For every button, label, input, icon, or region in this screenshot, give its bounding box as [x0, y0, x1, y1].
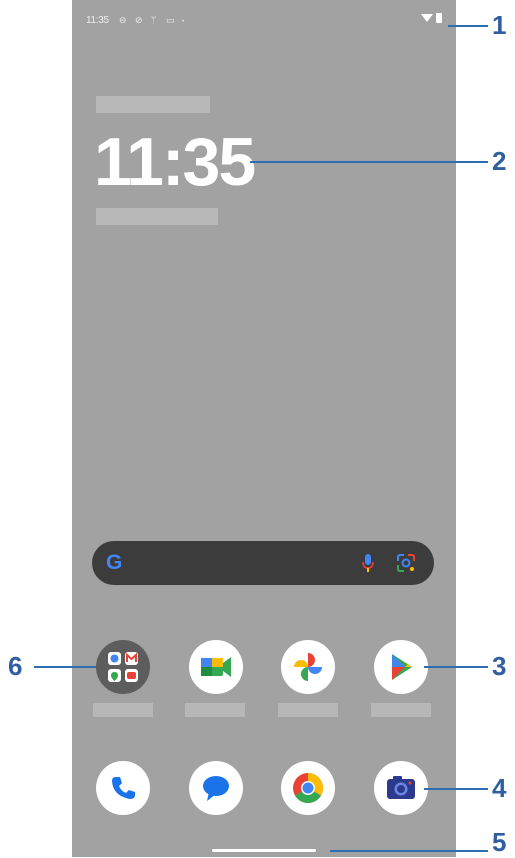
clock[interactable]: 11:35 — [94, 122, 256, 202]
app-label-placeholder — [185, 703, 245, 717]
messages-icon[interactable] — [189, 761, 243, 815]
google-search-bar[interactable]: G — [92, 541, 434, 585]
callout-line-1 — [448, 25, 488, 27]
phone-screen: 11:35 ⊖ ⊘ ᛘ ▭ • 11:35 G — [72, 0, 456, 857]
callout-line-2 — [250, 161, 488, 163]
play-store-icon[interactable] — [374, 640, 428, 694]
callout-number-4: 4 — [492, 773, 507, 803]
callout-line-6 — [34, 666, 96, 668]
weather-placeholder — [96, 208, 218, 225]
lens-icon[interactable] — [395, 552, 417, 574]
meet-icon[interactable] — [189, 640, 243, 694]
google-apps-folder-icon[interactable] — [96, 640, 150, 694]
callout-number-5: 5 — [492, 827, 507, 857]
mic-icon[interactable] — [360, 553, 376, 573]
callout-number-2: 2 — [492, 146, 507, 176]
chrome-icon[interactable] — [281, 761, 335, 815]
app-label-placeholder — [93, 703, 153, 717]
google-g-icon: G — [106, 551, 123, 574]
notification-icon: ▭ — [166, 15, 175, 25]
app-label-placeholder — [278, 703, 338, 717]
callout-number-3: 3 — [492, 651, 507, 681]
status-time: 11:35 — [86, 15, 109, 26]
callout-line-3 — [424, 666, 488, 668]
status-bar: 11:35 ⊖ ⊘ ᛘ ▭ • — [72, 0, 456, 40]
camera-icon[interactable] — [374, 761, 428, 815]
callout-number-6: 6 — [8, 651, 23, 681]
notification-dot-icon: • — [182, 19, 185, 25]
callout-number-1: 1 — [492, 10, 507, 40]
date-placeholder — [96, 96, 210, 113]
gesture-nav-handle[interactable] — [212, 849, 316, 852]
battery-icon — [436, 13, 442, 23]
callout-line-4 — [424, 788, 488, 790]
wifi-icon — [421, 14, 433, 22]
notification-icon: ⊖ — [119, 15, 127, 25]
callout-line-5 — [330, 850, 488, 852]
photos-icon[interactable] — [281, 640, 335, 694]
notification-icon: ⊘ — [135, 15, 143, 25]
app-label-placeholder — [371, 703, 431, 717]
phone-icon[interactable] — [96, 761, 150, 815]
notification-icon: ᛘ — [151, 15, 157, 25]
